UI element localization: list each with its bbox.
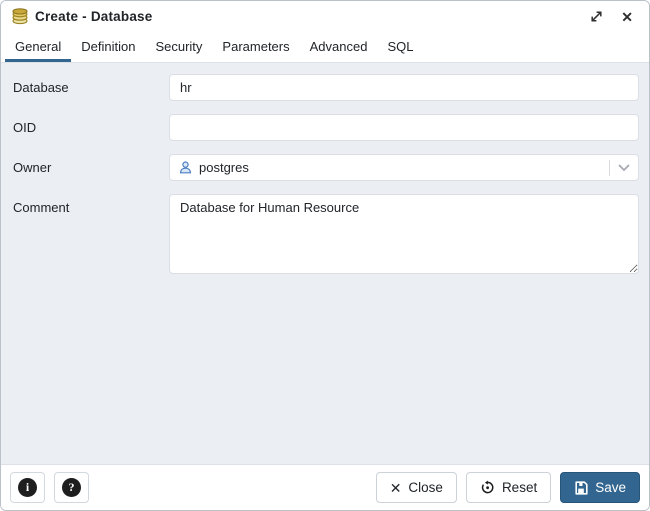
save-button-label: Save	[595, 480, 626, 495]
tab-general[interactable]: General	[5, 32, 72, 62]
owner-selected-value: postgres	[199, 160, 249, 175]
tab-sql[interactable]: SQL	[377, 32, 423, 62]
info-icon: i	[18, 478, 37, 497]
dialog-title: Create - Database	[35, 9, 153, 24]
comment-field-label: Comment	[13, 200, 70, 215]
comment-textarea[interactable]: Database for Human Resource	[169, 194, 639, 274]
owner-select[interactable]: postgres	[169, 154, 639, 181]
tab-advanced[interactable]: Advanced	[300, 32, 378, 62]
info-button[interactable]: i	[10, 472, 45, 503]
user-icon	[178, 160, 193, 175]
oid-field-label: OID	[13, 120, 37, 135]
help-button[interactable]: ?	[54, 472, 89, 503]
select-separator	[609, 159, 610, 176]
general-tab-panel: Database OID Owner	[1, 63, 649, 464]
close-x-icon: ✕	[389, 479, 402, 496]
dialog-titlebar: Create - Database ✕	[1, 1, 649, 32]
tab-definition[interactable]: Definition	[71, 32, 145, 62]
database-field-label: Database	[13, 80, 69, 95]
save-button[interactable]: Save	[560, 472, 640, 503]
oid-field-row: OID	[11, 114, 639, 141]
owner-field-label: Owner	[13, 160, 52, 175]
dialog-footer: i ? ✕ Close Reset Save	[1, 464, 649, 510]
close-icon: ✕	[621, 8, 633, 25]
database-field-row: Database	[11, 74, 639, 101]
owner-field-row: Owner postgres	[11, 154, 639, 181]
create-database-dialog: Create - Database ✕ General Definition S…	[0, 0, 650, 511]
close-window-button[interactable]: ✕	[619, 8, 635, 26]
tab-security[interactable]: Security	[145, 32, 212, 62]
maximize-button[interactable]	[588, 8, 605, 25]
reset-button-label: Reset	[501, 480, 538, 495]
help-icon: ?	[62, 478, 81, 497]
chevron-down-icon[interactable]	[618, 164, 630, 172]
close-button-label: Close	[408, 480, 443, 495]
tab-parameters[interactable]: Parameters	[212, 32, 299, 62]
maximize-icon	[591, 11, 602, 22]
database-name-input[interactable]	[169, 74, 639, 101]
database-icon	[11, 8, 29, 25]
comment-field-row: Comment Database for Human Resource	[11, 194, 639, 279]
dialog-tabbar: General Definition Security Parameters A…	[1, 32, 649, 63]
close-button[interactable]: ✕ Close	[375, 472, 457, 503]
save-icon	[574, 480, 588, 495]
oid-input[interactable]	[169, 114, 639, 141]
reset-icon	[480, 480, 495, 495]
reset-button[interactable]: Reset	[465, 472, 552, 503]
